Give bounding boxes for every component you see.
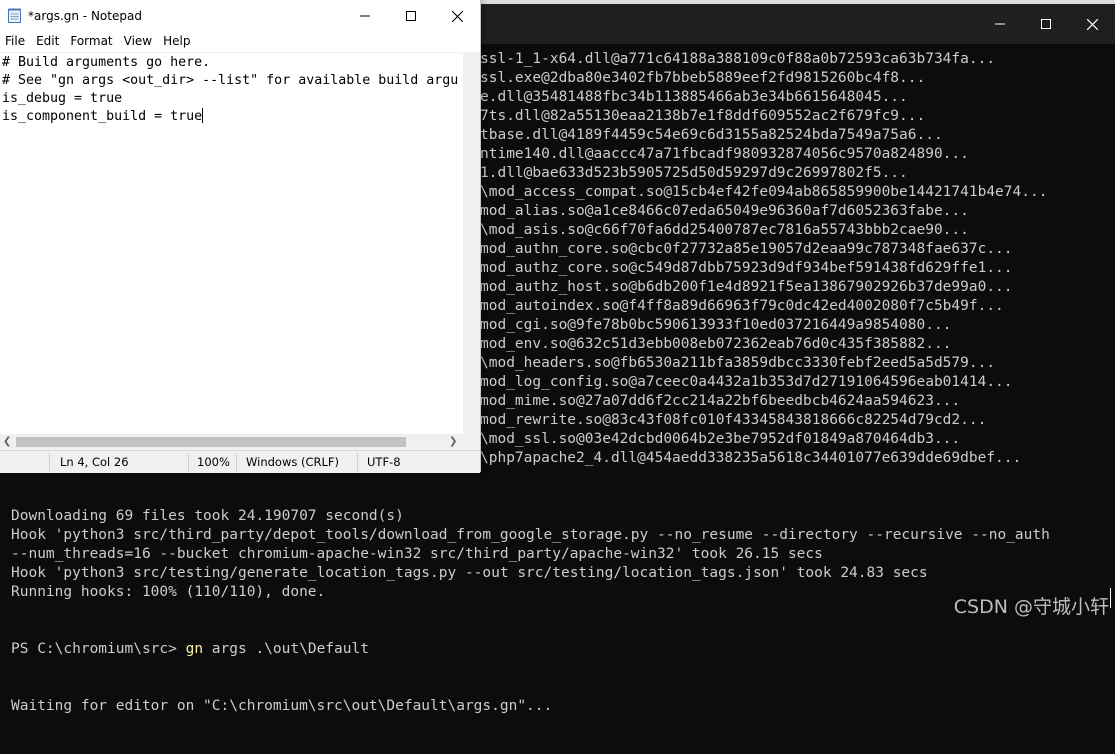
menu-format[interactable]: Format bbox=[65, 32, 118, 52]
content-line: # Build arguments go here. bbox=[2, 55, 211, 70]
minimize-icon bbox=[995, 23, 1005, 25]
notepad-app-icon bbox=[8, 8, 21, 23]
console-maximize-button[interactable] bbox=[1023, 4, 1069, 44]
content-line-current: is_component_build = true bbox=[2, 108, 458, 126]
console-line: mod_env.so@632c51d3ebb008eb072362eab76d0… bbox=[480, 336, 952, 352]
minimize-icon bbox=[360, 15, 370, 17]
vertical-scrollbar[interactable] bbox=[463, 52, 480, 434]
menu-edit[interactable]: Edit bbox=[31, 32, 65, 52]
maximize-icon bbox=[406, 11, 416, 21]
scroll-right-icon[interactable]: ❯ bbox=[449, 436, 457, 447]
notepad-minimize-button[interactable] bbox=[342, 0, 388, 32]
notepad-content: # Build arguments go here. # See "gn args… bbox=[2, 54, 458, 126]
console-line: \php7apache2_4.dll@454aedd338235a5618c34… bbox=[480, 450, 1022, 466]
content-line: is_component_build = true bbox=[2, 109, 203, 124]
text-cursor bbox=[1110, 588, 1111, 608]
prompt: PS C:\chromium\src> bbox=[11, 641, 186, 657]
console-close-button[interactable] bbox=[1069, 4, 1115, 44]
watermark: CSDN @守城小轩 bbox=[953, 596, 1109, 618]
close-icon bbox=[451, 10, 463, 22]
status-separator bbox=[188, 453, 189, 471]
waiting-line: Waiting for editor on "C:\chromium\src\o… bbox=[11, 698, 553, 714]
status-separator bbox=[357, 453, 358, 471]
console-line: --num_threads=16 --bucket chromium-apach… bbox=[11, 546, 823, 562]
console-line: \mod_access_compat.so@15cb4ef42fe094ab86… bbox=[480, 184, 1048, 200]
status-separator bbox=[49, 453, 50, 471]
console-line: tbase.dll@4189f4459c54e69c6d3155a82524bd… bbox=[480, 127, 943, 143]
console-line: mod_authz_host.so@b6db200f1e4d8921f5ea13… bbox=[480, 279, 1013, 295]
console-line: mod_log_config.so@a7ceec0a4432a1b353d7d2… bbox=[480, 374, 1013, 390]
console-line: 1.dll@bae633d523b5905725d50d59297d9c2699… bbox=[480, 165, 908, 181]
console-line: Hook 'python3 src/testing/generate_locat… bbox=[11, 565, 928, 581]
console-line: mod_cgi.so@9fe78b0bc590613933f10ed037216… bbox=[480, 317, 952, 333]
notepad-maximize-button[interactable] bbox=[388, 0, 434, 32]
command-name: gn bbox=[185, 641, 204, 657]
notepad-titlebar[interactable]: *args.gn - Notepad bbox=[0, 0, 480, 32]
notepad-menubar: File Edit Format View Help bbox=[0, 32, 480, 52]
text-caret bbox=[202, 108, 204, 123]
menu-help[interactable]: Help bbox=[158, 32, 196, 52]
menu-file[interactable]: File bbox=[0, 32, 31, 52]
console-output-upper: ssl-1_1-x64.dll@a771c64188a388109c0f88a0… bbox=[480, 50, 1047, 468]
notepad-statusbar: Ln 4, Col 26 100% Windows (CRLF) UTF-8 bbox=[0, 450, 480, 473]
command-args: args .\out\Default bbox=[203, 641, 369, 657]
console-line: mod_mime.so@27a07dd6f2cc214a22bf6beedbcb… bbox=[480, 393, 961, 409]
console-line: Running hooks: 100% (110/110), done. bbox=[11, 584, 326, 600]
horizontal-scroll-thumb[interactable] bbox=[16, 437, 406, 447]
console-line: Hook 'python3 src/third_party/depot_tool… bbox=[11, 527, 1050, 543]
status-encoding: UTF-8 bbox=[367, 455, 401, 469]
console-line: mod_rewrite.so@83c43f08fc010f43345843818… bbox=[480, 412, 987, 428]
console-line: mod_authz_core.so@c549d87dbb75923d9df934… bbox=[480, 260, 1013, 276]
scroll-left-icon[interactable]: ❮ bbox=[3, 436, 11, 447]
content-line: is_debug = true bbox=[2, 91, 123, 106]
notepad-title: *args.gn - Notepad bbox=[28, 9, 142, 23]
notepad-window: *args.gn - Notepad File Edit Format View… bbox=[0, 0, 481, 473]
scrollbar-corner bbox=[463, 434, 480, 450]
console-line: e.dll@35481488fbc34b113885466ab3e34b6615… bbox=[480, 89, 908, 105]
console-line: ntime140.dll@aaccc47a71fbcadf98093287405… bbox=[480, 146, 969, 162]
notepad-window-controls bbox=[342, 0, 480, 32]
close-icon bbox=[1086, 18, 1098, 30]
console-line: \mod_ssl.so@03e42dcbd0064b2e3be7952df018… bbox=[480, 431, 961, 447]
console-minimize-button[interactable] bbox=[977, 4, 1023, 44]
maximize-icon bbox=[1041, 19, 1051, 29]
status-position: Ln 4, Col 26 bbox=[60, 455, 129, 469]
console-line: 7ts.dll@82a55130eaa2138b7e1f8ddf609552ac… bbox=[480, 108, 926, 124]
console-line: \mod_asis.so@c66f70fa6dd25400787ec7816a5… bbox=[480, 222, 969, 238]
console-line: ssl.exe@2dba80e3402fb7bbeb5889eef2fd9815… bbox=[480, 70, 926, 86]
status-zoom: 100% bbox=[197, 455, 230, 469]
console-line: ssl-1_1-x64.dll@a771c64188a388109c0f88a0… bbox=[480, 51, 996, 67]
console-line: Downloading 69 files took 24.190707 seco… bbox=[11, 508, 404, 524]
console-line: mod_authn_core.so@cbc0f27732a85e19057d2e… bbox=[480, 241, 1013, 257]
notepad-text-area[interactable]: # Build arguments go here. # See "gn args… bbox=[0, 52, 462, 435]
console-line: \mod_headers.so@fb6530a211bfa3859dbcc333… bbox=[480, 355, 996, 371]
content-line: # See "gn args <out_dir> --list" for ava… bbox=[2, 73, 459, 88]
console-output-lower: Downloading 69 files took 24.190707 seco… bbox=[11, 469, 1050, 754]
console-window-controls bbox=[977, 4, 1115, 44]
console-line: mod_alias.so@a1ce8466c07eda65049e96360af… bbox=[480, 203, 969, 219]
notepad-close-button[interactable] bbox=[434, 0, 480, 32]
console-line: mod_autoindex.so@f4ff8a89d66963f79c0dc42… bbox=[480, 298, 1004, 314]
status-separator bbox=[236, 453, 237, 471]
horizontal-scrollbar[interactable]: ❮ ❯ bbox=[0, 434, 463, 450]
status-line-endings: Windows (CRLF) bbox=[246, 455, 340, 469]
menu-view[interactable]: View bbox=[119, 32, 158, 52]
console-prompt-line: PS C:\chromium\src> gn args .\out\Defaul… bbox=[11, 640, 1050, 659]
